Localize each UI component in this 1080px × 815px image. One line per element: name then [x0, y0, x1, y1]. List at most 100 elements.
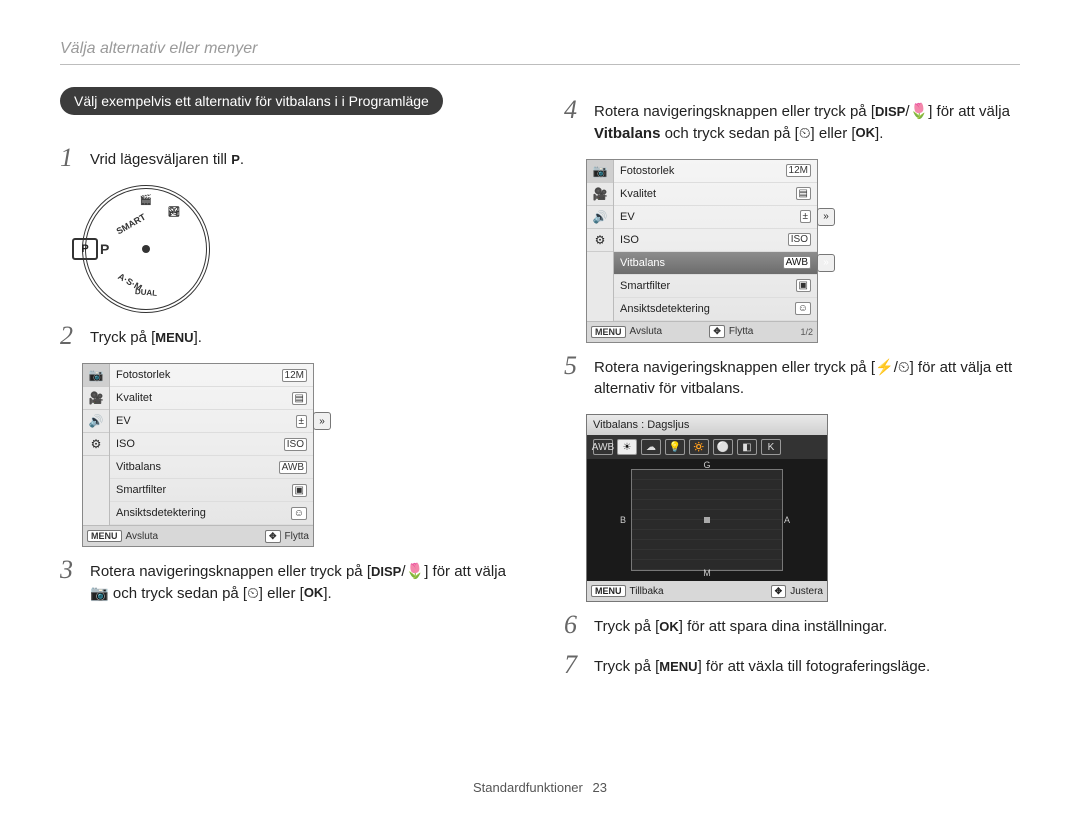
- step-1: 1 Vrid lägesväljaren till P.: [60, 145, 516, 171]
- wb-tuning-grid: GMBA: [631, 469, 783, 571]
- ok-key: OK: [856, 124, 876, 143]
- wb-option-icon: 🔅: [689, 439, 709, 455]
- dial-movie-icon: 🎬: [140, 195, 152, 206]
- menu-row: Kvalitet▤: [614, 183, 817, 206]
- camera-tab-icon: 📷: [90, 585, 109, 602]
- menu-row-value: ▤: [796, 187, 811, 200]
- timer-icon: ⏲: [799, 125, 811, 142]
- breadcrumb: Välja alternativ eller menyer: [60, 40, 1020, 58]
- menu-row-label: ISO: [620, 234, 788, 246]
- menu-row-value: ISO: [284, 438, 307, 451]
- menu-row-value: ▤: [292, 392, 307, 405]
- menu-btn-icon: MENU: [87, 530, 122, 542]
- macro-icon: 🌷: [910, 103, 929, 120]
- menu-tab-icon: 🎥: [587, 183, 613, 206]
- page-footer: Standardfunktioner 23: [0, 780, 1080, 795]
- step-3: 3 Rotera navigeringsknappen eller tryck …: [60, 557, 516, 605]
- menu-row: ISOISO: [614, 229, 817, 252]
- manual-page: Välja alternativ eller menyer Välj exemp…: [0, 0, 1080, 815]
- menu-exit-label: Avsluta: [126, 531, 159, 542]
- menu-row-label: EV: [116, 415, 296, 427]
- wb-option-icon: 💡: [665, 439, 685, 455]
- menu-btn-icon: MENU: [591, 326, 626, 338]
- menu-row-label: Smartfilter: [116, 484, 292, 496]
- menu-row-label: Ansiktsdetektering: [116, 507, 291, 519]
- menu-row-value: 12M: [282, 369, 307, 382]
- menu-row-value: 12M: [786, 164, 811, 177]
- step-number: 5: [564, 353, 582, 379]
- menu-row: Smartfilter▣: [110, 479, 313, 502]
- step-2: 2 Tryck på [MENU].: [60, 323, 516, 349]
- dial-dual-label: DUAL: [135, 287, 158, 298]
- menu-move-label: Flytta: [285, 531, 309, 542]
- mode-p-icon: P: [231, 151, 240, 170]
- dial-scene-icon: 🏞: [168, 207, 181, 218]
- step-number: 2: [60, 323, 78, 349]
- timer-icon: ⏲: [898, 359, 910, 376]
- step-5: 5 Rotera navigeringsknappen eller tryck …: [564, 353, 1020, 401]
- menu-row-value: ±: [800, 210, 812, 223]
- dial-smart-label: SMART: [114, 212, 147, 237]
- menu-tab-icon: 🔊: [83, 410, 109, 433]
- menu-row-value: ☺: [291, 507, 307, 520]
- wb-option-bar: AWB☀☁💡🔅⚪◧K: [587, 435, 827, 459]
- menu-row: EV±»: [614, 206, 817, 229]
- nav-btn-icon: ✥: [265, 530, 281, 543]
- timer-icon: ⏲: [247, 585, 259, 602]
- menu-row: Ansiktsdetektering☺: [614, 298, 817, 321]
- menu-row: Fotostorlek12M: [614, 160, 817, 183]
- menu-row-value: AWB: [279, 461, 307, 474]
- disp-key: DISP: [371, 563, 401, 582]
- context-pill: Välj exempelvis ett alternativ för vitba…: [60, 87, 443, 115]
- menu-row: EV±»: [110, 410, 313, 433]
- wb-title: Vitbalans : Dagsljus: [587, 415, 827, 435]
- menu-key: MENU: [659, 658, 697, 677]
- menu-row: VitbalansAWB»: [614, 252, 817, 275]
- dial-p-label: P: [100, 241, 109, 257]
- menu-row-label: EV: [620, 211, 800, 223]
- nav-btn-icon: ✥: [771, 585, 787, 598]
- menu-row: Fotostorlek12M: [110, 364, 313, 387]
- wb-axis-label: B: [620, 515, 626, 525]
- wb-option-icon: ⚪: [713, 439, 733, 455]
- macro-icon: 🌷: [406, 563, 425, 580]
- menu-row-value: ▣: [292, 484, 307, 497]
- nav-btn-icon: ✥: [709, 325, 725, 338]
- menu-row: Kvalitet▤: [110, 387, 313, 410]
- step-text: Vrid lägesväljaren till P.: [90, 145, 244, 171]
- menu-row-label: ISO: [116, 438, 284, 450]
- column-left: Välj exempelvis ett alternativ för vitba…: [60, 87, 516, 692]
- step-text: Rotera navigeringsknappen eller tryck på…: [594, 353, 1020, 401]
- menu-move-label: Flytta: [729, 326, 753, 337]
- wb-option-icon: ☁: [641, 439, 661, 455]
- wb-footer: MENUTillbaka✥Justera: [587, 581, 827, 601]
- menu-row-value: ±: [296, 415, 308, 428]
- side-arrow-icon: »: [817, 254, 835, 272]
- step-7: 7 Tryck på [MENU] för att växla till fot…: [564, 652, 1020, 678]
- bold-term: Vitbalans: [594, 125, 660, 142]
- ok-key: OK: [304, 584, 324, 603]
- menu-row-label: Kvalitet: [116, 392, 292, 404]
- wb-option-icon: K: [761, 439, 781, 455]
- step-6: 6 Tryck på [OK] för att spara dina instä…: [564, 612, 1020, 638]
- ok-key: OK: [659, 618, 679, 637]
- menu-row-label: Ansiktsdetektering: [620, 303, 795, 315]
- step-text: Rotera navigeringsknappen eller tryck på…: [594, 97, 1020, 145]
- menu-row: Ansiktsdetektering☺: [110, 502, 313, 525]
- step-text: Tryck på [MENU] för att växla till fotog…: [594, 652, 930, 678]
- footer-page-number: 23: [593, 780, 607, 795]
- step-number: 1: [60, 145, 78, 171]
- menu-screenshot-2: 📷🎥🔊⚙Fotostorlek12MKvalitet▤EV±»ISOISOVit…: [586, 159, 818, 343]
- menu-row-value: AWB: [783, 256, 811, 269]
- menu-tab-icon: ⚙: [587, 229, 613, 252]
- two-columns: Välj exempelvis ett alternativ för vitba…: [60, 87, 1020, 692]
- menu-footer: MENU Avsluta ✥ Flytta: [83, 525, 313, 546]
- menu-row-label: Vitbalans: [116, 461, 279, 473]
- step-text: Rotera navigeringsknappen eller tryck på…: [90, 557, 516, 605]
- step-4: 4 Rotera navigeringsknappen eller tryck …: [564, 97, 1020, 145]
- rule: [60, 64, 1020, 65]
- wb-option-icon: ◧: [737, 439, 757, 455]
- dial-center: [142, 245, 150, 253]
- menu-row-label: Fotostorlek: [116, 369, 282, 381]
- menu-row-label: Vitbalans: [620, 257, 783, 269]
